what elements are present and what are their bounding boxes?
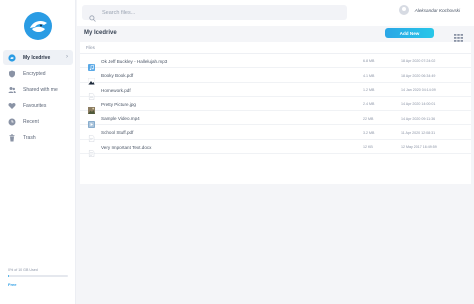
file-row[interactable]: Pretty Picture.jpg 2.4 MB 14 Apr 2020 14… [80, 97, 471, 114]
video-file-icon [88, 115, 95, 129]
chevron-right-icon: › [66, 54, 68, 60]
file-row[interactable]: Sample Video.mp4 22 MB 14 Apr 2020 09:11… [80, 111, 471, 129]
sidebar-item-label: Favourites [23, 102, 47, 109]
file-date: 11 Apr 2020 12:08:31 [401, 130, 436, 135]
file-date: 18 Apr 2020 06:34:49 [401, 73, 436, 78]
sidebar-item-label: Encrypted [23, 70, 46, 77]
sidebar: My Icedrive › Encrypted Shared with me F… [0, 0, 76, 304]
file-name: Pretty Picture.jpg [101, 101, 136, 107]
file-date: 14 Jan 2020 04:14:09 [401, 87, 436, 92]
heart-icon [8, 102, 16, 110]
add-new-button[interactable]: Add New [385, 28, 434, 38]
user-name: Aleksandar Kochovski [414, 7, 460, 13]
grid-view-icon[interactable] [454, 29, 463, 42]
file-size: 2.4 MB [363, 102, 375, 107]
file-size: 12 KB [363, 145, 373, 150]
sidebar-item-label: Recent [23, 118, 39, 125]
image-file-icon [88, 101, 95, 114]
files-section-label: Files [86, 45, 95, 50]
file-name: Ok Jeff Buckley - Hallelujah.mp3 [101, 59, 168, 64]
storage-usage: 0% of 10 GB Used Free [8, 268, 68, 287]
app-window: My Icedrive › Encrypted Shared with me F… [0, 0, 474, 304]
top-bar: Aleksandar Kochovski [77, 0, 474, 26]
search-icon [89, 9, 96, 22]
file-date: 14 Apr 2020 09:11:36 [401, 116, 436, 121]
pdf-file-icon [87, 72, 96, 86]
avatar[interactable] [398, 5, 409, 15]
main-content: My Icedrive Add New Files Ok Jeff Buckle… [77, 26, 474, 304]
trash-icon [8, 133, 16, 142]
sidebar-item-recent[interactable]: Recent [3, 114, 73, 129]
file-name: Homework.pdf [101, 87, 131, 93]
home-icon [8, 53, 16, 62]
text-file-icon [88, 144, 95, 157]
file-size: 3.2 MB [363, 130, 375, 135]
file-row[interactable]: School Stuff.pdf 3.2 MB 11 Apr 2020 12:0… [80, 125, 471, 143]
files-section-header: Files [80, 42, 471, 54]
file-row[interactable]: Homework.pdf 1.2 MB 14 Jan 2020 04:14:09 [80, 83, 471, 100]
sidebar-item-favourites[interactable]: Favourites [3, 98, 73, 113]
audio-file-icon [88, 58, 95, 71]
file-size: 1.2 MB [363, 87, 375, 92]
pdf-file-icon [88, 129, 95, 143]
file-row[interactable]: Ok Jeff Buckley - Hallelujah.mp3 6.8 MB … [80, 54, 471, 71]
files-list: Files Ok Jeff Buckley - Hallelujah.mp3 6… [80, 42, 471, 184]
file-size: 4.1 MB [363, 73, 375, 78]
clock-icon [8, 118, 16, 126]
sidebar-item-label: My Icedrive [23, 54, 51, 61]
file-name: Very Important Text.docx [101, 144, 152, 150]
sidebar-item-label: Shared with me [23, 86, 58, 93]
sidebar-item-encrypted[interactable]: Encrypted [3, 66, 73, 81]
file-date: 14 Apr 2020 14:00:01 [401, 102, 436, 107]
storage-progress-bar [8, 275, 68, 277]
sidebar-item-label: Trash [23, 134, 36, 141]
file-name: School Stuff.pdf [101, 130, 134, 136]
search-input[interactable] [102, 9, 302, 16]
file-size: 22 MB [363, 116, 374, 121]
sidebar-item-shared-with-me[interactable]: Shared with me [3, 82, 73, 97]
file-row[interactable]: Very Important Text.docx 12 KB 12 May 20… [80, 140, 471, 157]
shield-icon [8, 70, 16, 78]
page-title: My Icedrive [84, 30, 117, 36]
file-date: 18 Apr 2020 07:24:02 [401, 59, 436, 64]
sidebar-item-my-icedrive[interactable]: My Icedrive › [3, 50, 73, 65]
storage-progress-fill [8, 275, 9, 277]
user-menu[interactable]: Aleksandar Kochovski [398, 5, 460, 15]
sidebar-nav: My Icedrive › Encrypted Shared with me F… [3, 50, 73, 146]
file-name: Sample Video.mp4 [101, 116, 140, 122]
users-icon [8, 86, 16, 94]
search-bar[interactable] [82, 5, 347, 22]
file-row[interactable]: Booky Book.pdf 4.1 MB 18 Apr 2020 06:34:… [80, 68, 471, 86]
storage-usage-text: 0% of 10 GB Used [8, 268, 38, 272]
sidebar-item-trash[interactable]: Trash [3, 130, 73, 145]
document-file-icon [88, 87, 95, 100]
file-size: 6.8 MB [363, 59, 375, 64]
icedrive-logo[interactable] [24, 12, 52, 40]
file-name: Booky Book.pdf [101, 73, 134, 79]
plan-link[interactable]: Free [8, 282, 68, 287]
file-date: 12 May 2017 16:49:59 [401, 145, 437, 150]
